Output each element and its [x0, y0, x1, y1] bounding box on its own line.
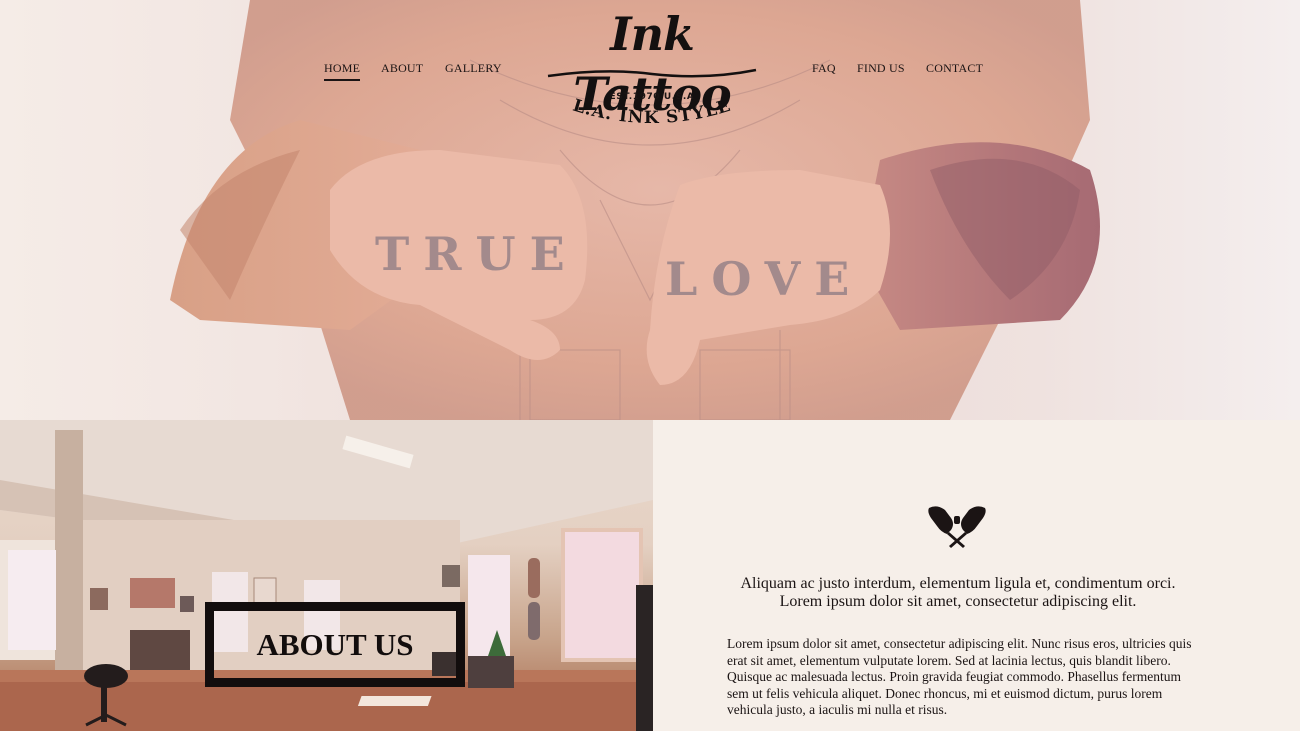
knuckle-left-text: TRUE	[375, 227, 579, 281]
svg-text:L.A. INK STYLE: L.A. INK STYLE	[570, 96, 733, 128]
logo-swash	[547, 68, 757, 78]
about-paragraph-2: Quisque ac malesuada lectus. Proin gravi…	[727, 669, 1182, 718]
about-studio-panel: ABOUT US	[0, 420, 653, 731]
nav-home[interactable]: HOME	[324, 61, 361, 81]
nav-find-us[interactable]: FIND US	[857, 61, 905, 76]
tagline: Aliquam ac justo interdum, elementum lig…	[713, 575, 1203, 611]
about-us-button[interactable]: ABOUT US	[205, 602, 465, 687]
about-paragraph-1: Lorem ipsum dolor sit amet, consectetur …	[727, 636, 1192, 668]
tagline-line-2: Lorem ipsum dolor sit amet, consectetur …	[779, 593, 1137, 610]
logo-style-text: L.A. INK STYLE	[570, 96, 732, 128]
about-body-text: Lorem ipsum dolor sit amet, consectetur …	[727, 636, 1203, 719]
nav-gallery[interactable]: GALLERY	[445, 61, 502, 76]
about-us-label: ABOUT US	[256, 626, 414, 662]
knuckle-right-text: LOVE	[665, 252, 863, 306]
site-logo[interactable]: Ink Tattoo EST.1970 U.S.A L.A. INK STYLE	[536, 4, 768, 132]
nav-faq[interactable]: FAQ	[812, 61, 836, 76]
nav-contact[interactable]: CONTACT	[926, 61, 983, 76]
nav-about[interactable]: ABOUT	[381, 61, 423, 76]
logo-style-arc: L.A. INK STYLE	[570, 96, 733, 128]
crossed-tattoo-machines-icon	[928, 506, 986, 548]
hero-banner: TRUE LOVE HOME ABOUT GALLERY FAQ FIND US…	[0, 0, 1300, 420]
tagline-line-1: Aliquam ac justo interdum, elementum lig…	[740, 575, 1176, 592]
about-content: Aliquam ac justo interdum, elementum lig…	[653, 420, 1300, 731]
